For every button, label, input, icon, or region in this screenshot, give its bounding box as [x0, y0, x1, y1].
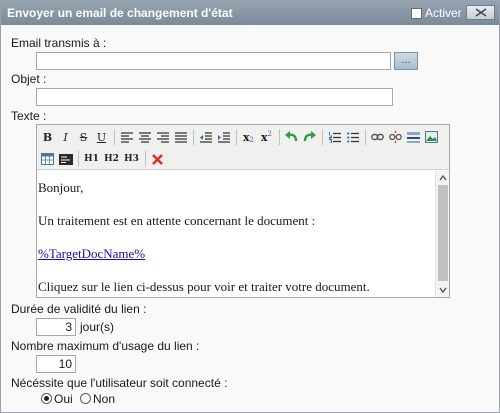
- align-center-icon[interactable]: [136, 129, 153, 146]
- validity-input[interactable]: 3: [36, 318, 76, 336]
- table-icon[interactable]: [39, 151, 56, 168]
- scroll-down-icon[interactable]: [439, 286, 447, 294]
- unlink-icon[interactable]: [387, 129, 404, 146]
- horizontal-rule-icon[interactable]: [405, 129, 422, 146]
- toolbar-separator: [322, 129, 323, 145]
- heading-1-button[interactable]: H1: [82, 151, 101, 168]
- link-icon[interactable]: [369, 129, 386, 146]
- dialog-title: Envoyer un email de changement d'état: [7, 6, 233, 20]
- italic-icon[interactable]: I: [57, 129, 74, 146]
- email-label: Email transmis à :: [11, 36, 107, 50]
- validity-label: Durée de validité du lien :: [11, 302, 147, 316]
- indent-icon[interactable]: [215, 129, 232, 146]
- scrollbar-thumb[interactable]: [438, 185, 448, 281]
- toolbar-separator: [365, 129, 366, 145]
- superscript-icon[interactable]: x2: [258, 129, 275, 146]
- toolbar-separator: [236, 129, 237, 145]
- redo-icon[interactable]: [301, 129, 318, 146]
- toolbar-separator: [279, 129, 280, 145]
- scroll-up-icon[interactable]: [439, 174, 447, 182]
- numbered-list-icon[interactable]: [326, 129, 343, 146]
- image-icon[interactable]: [423, 129, 440, 146]
- radio-oui-label[interactable]: Oui: [54, 392, 73, 406]
- connected-label: Nécéssite que l'utilisateur soit connect…: [11, 376, 228, 390]
- activer-checkbox[interactable]: [411, 7, 422, 19]
- align-right-icon[interactable]: [154, 129, 171, 146]
- email-input[interactable]: [36, 52, 391, 70]
- toolbar-separator: [78, 151, 79, 167]
- radio-non-label[interactable]: Non: [93, 392, 115, 406]
- email-dialog: Envoyer un email de changement d'état Ac…: [0, 0, 500, 413]
- target-doc-link[interactable]: %TargetDocName%: [38, 247, 435, 261]
- browse-button[interactable]: ...: [394, 52, 418, 70]
- toolbar-separator: [145, 151, 146, 167]
- radio-oui[interactable]: [41, 393, 52, 404]
- objet-label: Objet :: [11, 72, 47, 86]
- radio-non[interactable]: [80, 393, 91, 404]
- editor-line: Cliquez sur le lien ci-dessus pour voir …: [38, 279, 370, 294]
- align-left-icon[interactable]: [118, 129, 135, 146]
- remove-format-icon[interactable]: [149, 151, 166, 168]
- heading-2-button[interactable]: H2: [102, 151, 121, 168]
- outdent-icon[interactable]: [197, 129, 214, 146]
- editor-line: Bonjour,: [38, 180, 84, 195]
- objet-input[interactable]: [36, 88, 393, 106]
- editor-toolbar: B I S U x2 x2 H1 H2 H3: [37, 125, 449, 170]
- heading-3-button[interactable]: H3: [122, 151, 141, 168]
- toolbar-separator: [114, 129, 115, 145]
- undo-icon[interactable]: [283, 129, 300, 146]
- align-justify-icon[interactable]: [172, 129, 189, 146]
- bold-icon[interactable]: B: [39, 129, 56, 146]
- underline-icon[interactable]: U: [93, 129, 110, 146]
- strikethrough-icon[interactable]: S: [75, 129, 92, 146]
- source-code-icon[interactable]: [57, 151, 74, 168]
- close-button[interactable]: [466, 5, 495, 20]
- editor-scrollbar[interactable]: [435, 171, 449, 297]
- activer-toggle[interactable]: Activer: [411, 6, 462, 20]
- texte-label: Texte :: [11, 109, 47, 123]
- toolbar-row-1: B I S U x2 x2: [39, 127, 441, 147]
- bullet-list-icon[interactable]: [344, 129, 361, 146]
- validity-unit: jour(s): [80, 320, 115, 334]
- toolbar-row-2: H1 H2 H3: [39, 149, 167, 169]
- usage-label: Nombre maximum d'usage du lien :: [11, 339, 200, 353]
- activer-label: Activer: [425, 6, 462, 20]
- dialog-titlebar: Envoyer un email de changement d'état Ac…: [1, 1, 499, 25]
- rich-text-editor[interactable]: B I S U x2 x2 H1 H2 H3 Bonjour, Un trait…: [36, 124, 450, 298]
- close-icon: [475, 8, 486, 17]
- editor-content[interactable]: Bonjour, Un traitement est en attente co…: [37, 171, 435, 297]
- editor-line: Un traitement est en attente concernant …: [38, 213, 316, 228]
- toolbar-separator: [193, 129, 194, 145]
- subscript-icon[interactable]: x2: [240, 129, 257, 146]
- usage-input[interactable]: 10: [36, 355, 76, 373]
